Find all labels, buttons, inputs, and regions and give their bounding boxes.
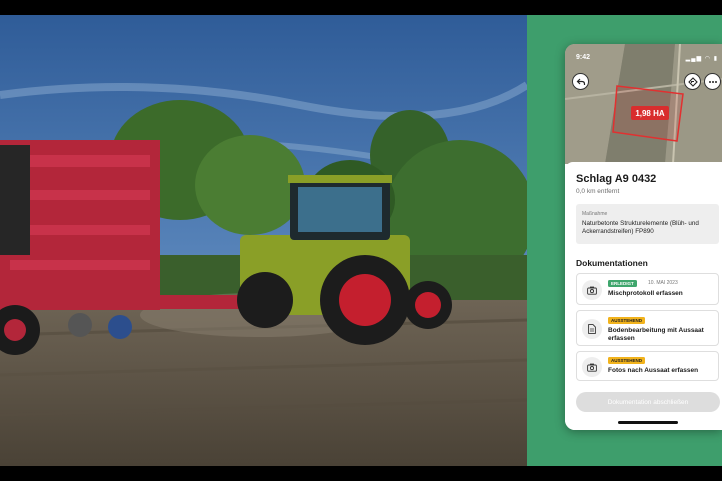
doc-label: Mischprotokoll erfassen [608,290,683,297]
doc-icon-circle [582,357,602,377]
doc-item-bodenbearbeitung[interactable]: AUSSTEHEND Bodenbearbeitung mit Aussaat … [576,310,719,346]
tractor-field-photo [0,15,527,466]
navigation-diamond-icon [687,76,698,87]
document-icon [588,324,596,334]
status-badge: ERLEDIGT [608,280,637,287]
status-time: 9:42 [576,54,591,61]
camera-icon [587,286,597,295]
signal-wifi-battery-icon: ▂▄▆ ◠ ▮ [685,56,718,62]
doc-label: Bodenbearbeitung mit Aussaat erfassen [608,327,704,342]
more-dots-icon [708,80,717,83]
doc-icon-circle [582,280,602,300]
status-badge: AUSSTEHEND [608,357,646,364]
complete-documentation-button[interactable]: Dokumentation abschließen [576,392,720,412]
field-distance: 0,0 km entfernt [576,188,620,195]
doc-item-mischprotokoll[interactable]: ERLEDIGT 10. MAI 2023 Mischprotokoll erf… [576,273,719,305]
field-detail-sheet: Schlag A9 0432 0,0 km entfernt Maßnahme … [565,162,722,430]
more-options-button[interactable] [704,73,721,90]
documentation-heading: Dokumentationen [576,258,648,268]
camera-icon [587,363,597,372]
doc-icon-circle [582,319,602,339]
doc-date: 10. MAI 2023 [648,280,678,286]
video-frame: 9:42 ▂▄▆ ◠ ▮ 1,98 HA Schlag A9 0432 0,0 … [0,0,722,481]
doc-item-fotos[interactable]: AUSSTEHEND Fotos nach Aussaat erfassen [576,351,719,381]
navigate-button[interactable] [684,73,701,90]
field-area-badge: 1,98 HA [631,106,669,120]
phone-mockup: 9:42 ▂▄▆ ◠ ▮ 1,98 HA Schlag A9 0432 0,0 … [565,44,722,430]
status-bar: 9:42 ▂▄▆ ◠ ▮ [565,54,722,66]
home-indicator [618,421,678,424]
status-badge: AUSSTEHEND [608,317,646,324]
measure-card: Maßnahme Naturbetonte Strukturelemente (… [576,204,719,244]
back-button[interactable] [572,73,589,90]
measure-label: Maßnahme [582,211,608,217]
doc-label: Fotos nach Aussaat erfassen [608,367,699,374]
arrow-back-icon [576,78,585,85]
field-title: Schlag A9 0432 [576,173,657,185]
measure-value: Naturbetonte Strukturelemente (Blüh- und… [582,220,699,235]
